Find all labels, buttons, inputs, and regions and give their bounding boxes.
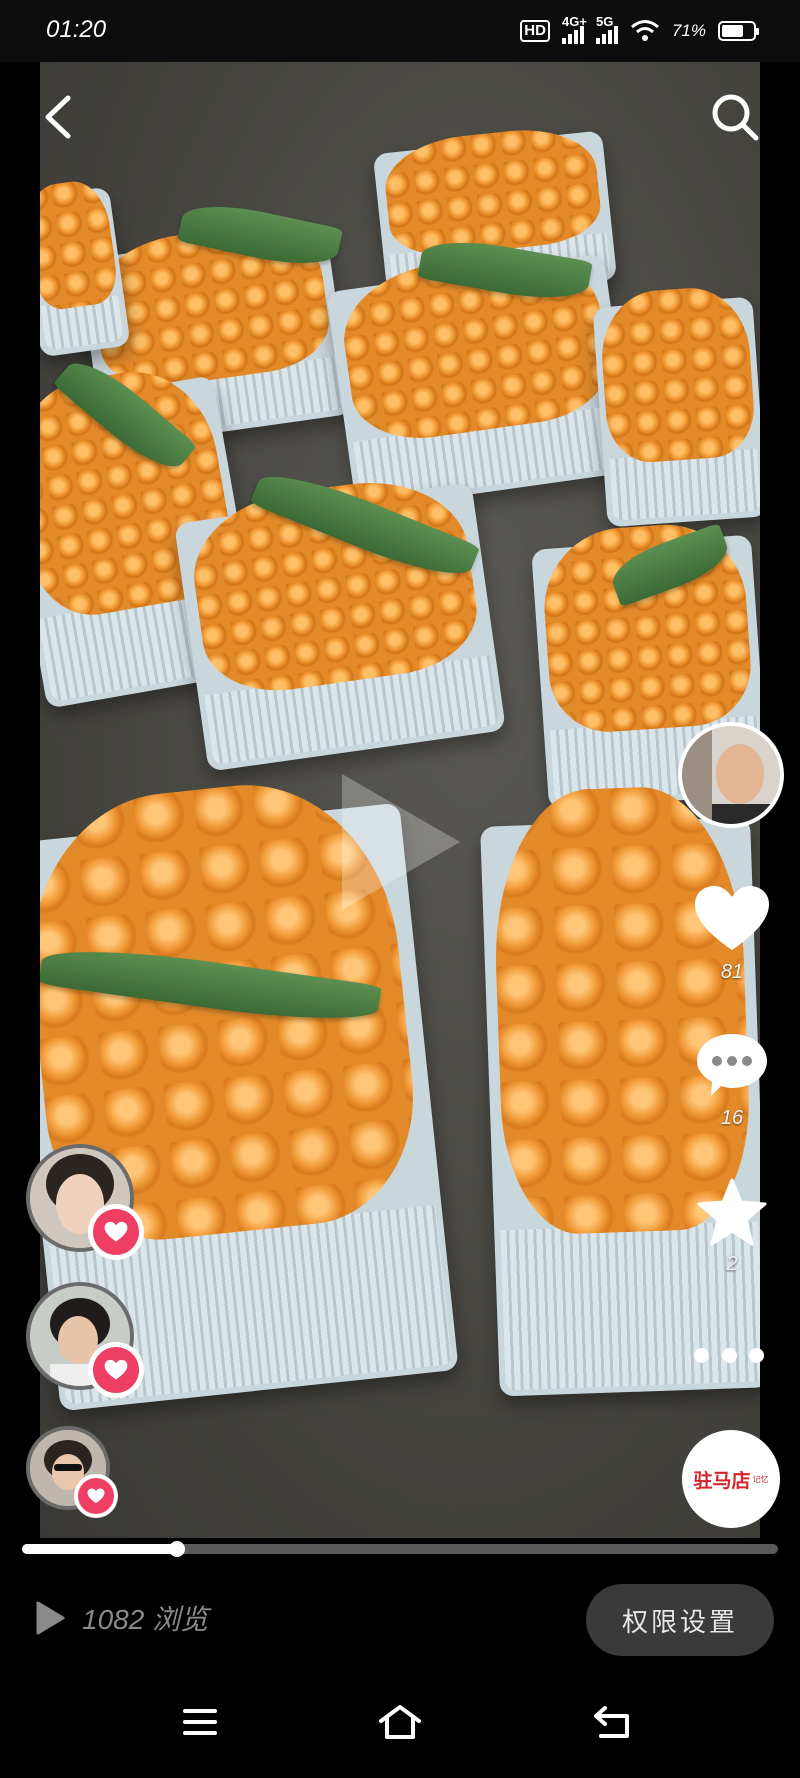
menu-button[interactable] <box>172 1694 228 1750</box>
home-button[interactable] <box>372 1694 428 1750</box>
menu-icon <box>183 1709 217 1735</box>
status-bar: 01:20 HD 4G+ 5G 71% <box>0 0 800 62</box>
battery-icon <box>718 21 759 41</box>
more-dots-icon <box>694 1347 709 1363</box>
author-avatar[interactable] <box>678 722 784 828</box>
video-progress-thumb[interactable] <box>168 1541 185 1557</box>
heart-icon <box>104 1359 128 1380</box>
back-button[interactable] <box>40 92 80 142</box>
hd-badge: HD <box>520 20 550 42</box>
video-player[interactable] <box>40 62 760 1538</box>
heart-icon <box>87 1488 105 1504</box>
like-button[interactable]: 81 <box>690 884 774 984</box>
search-icon <box>712 94 759 141</box>
home-icon <box>379 1705 421 1739</box>
wifi-icon <box>631 20 659 41</box>
system-nav-bar <box>0 1680 800 1778</box>
shop-badge[interactable]: 驻马店 记忆 <box>682 1430 780 1528</box>
permission-settings-button[interactable]: 权限设置 <box>586 1584 774 1656</box>
back-arrow-icon <box>594 1706 629 1738</box>
search-button[interactable] <box>708 90 762 144</box>
star-icon <box>697 1178 767 1246</box>
heart-icon <box>695 886 769 950</box>
view-count: 1082 浏览 <box>34 1598 208 1638</box>
play-icon[interactable] <box>342 774 460 910</box>
comment-bubble-icon <box>697 1034 767 1096</box>
like-count: 81 <box>720 961 744 983</box>
heart-icon <box>104 1221 128 1242</box>
video-progress-fill <box>22 1544 177 1554</box>
video-progress-bar[interactable] <box>22 1541 778 1557</box>
signal-4g-icon: 4G+ <box>561 14 587 44</box>
liker-heart-badge-1 <box>88 1204 144 1260</box>
liker-heart-badge-3 <box>74 1474 118 1518</box>
signal-5g-icon: 5G <box>595 14 618 44</box>
view-count-text: 1082 浏览 <box>82 1604 209 1635</box>
system-back-button[interactable] <box>584 1694 640 1750</box>
favorite-button[interactable]: 2 <box>690 1178 774 1276</box>
author-face-image <box>682 726 780 824</box>
shop-badge-text: 驻马店 <box>693 1469 751 1492</box>
shop-badge-subtext: 记忆 <box>752 1474 769 1484</box>
more-options-button[interactable] <box>694 1344 764 1366</box>
favorite-count: 2 <box>726 1253 738 1275</box>
comment-count: 16 <box>720 1107 744 1129</box>
comment-button[interactable]: 16 <box>690 1030 774 1130</box>
liker-heart-badge-2 <box>88 1342 144 1398</box>
play-icon <box>36 1601 65 1635</box>
status-time: 01:20 <box>46 16 107 43</box>
battery-percent: 71% <box>671 21 706 40</box>
chevron-left-icon <box>45 95 71 139</box>
status-icons: HD 4G+ 5G 71% <box>520 14 759 48</box>
